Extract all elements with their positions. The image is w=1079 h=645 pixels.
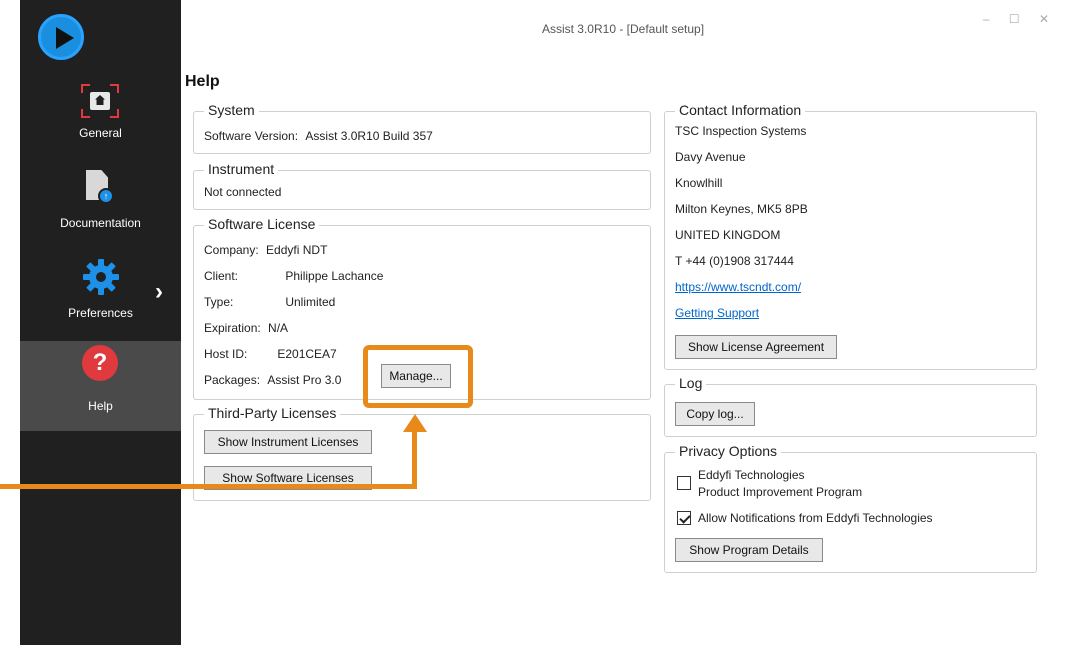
sidebar-item-label: Documentation — [60, 216, 141, 230]
sidebar-item-label: Help — [88, 399, 113, 413]
window-titlebar: Assist 3.0R10 - [Default setup] – ☐ ✕ — [181, 0, 1065, 60]
sidebar-item-label: General — [79, 126, 122, 140]
close-icon[interactable]: ✕ — [1039, 12, 1057, 26]
group-title: Instrument — [204, 161, 279, 177]
contact-line: Milton Keynes, MK5 8PB — [675, 202, 808, 216]
group-title: Contact Information — [675, 102, 806, 118]
contact-line: T +44 (0)1908 317444 — [675, 254, 794, 268]
allow-notifications-checkbox[interactable] — [677, 511, 691, 525]
group-title: System — [204, 102, 259, 118]
software-version-label: Software Version: — [204, 129, 299, 143]
show-license-agreement-button[interactable]: Show License Agreement — [675, 335, 837, 359]
gear-icon — [83, 259, 119, 295]
allow-notifications-label: Allow Notifications from Eddyfi Technolo… — [698, 511, 933, 525]
app-logo-icon[interactable] — [38, 14, 84, 60]
license-value: Eddyfi NDT — [266, 243, 328, 257]
page-title: Help — [185, 73, 220, 90]
help-icon: ? — [82, 345, 118, 381]
sidebar-item-help[interactable]: ? Help — [20, 341, 181, 431]
annotation-highlight — [363, 345, 473, 408]
license-value: Unlimited — [285, 295, 336, 309]
license-row: Expiration: N/A — [204, 321, 288, 335]
sidebar: General ↑ Documentation Preferences ? He… — [20, 0, 181, 645]
log-group: Log Copy log... — [664, 375, 1037, 437]
license-label: Packages: — [204, 373, 261, 387]
annotation-arrow-shaft — [412, 428, 417, 489]
getting-support-link[interactable]: Getting Support — [675, 306, 759, 320]
group-title: Third-Party Licenses — [204, 405, 341, 421]
document-icon: ↑ — [84, 170, 114, 208]
show-program-details-button[interactable]: Show Program Details — [675, 538, 823, 562]
product-improvement-checkbox[interactable] — [677, 476, 691, 490]
sidebar-item-label: Preferences — [68, 306, 133, 320]
contact-line: TSC Inspection Systems — [675, 124, 807, 138]
license-label: Company: — [204, 243, 259, 257]
software-version-value: Assist 3.0R10 Build 357 — [305, 129, 433, 143]
license-value: Assist Pro 3.0 — [267, 373, 342, 387]
license-row: Client: Philippe Lachance — [204, 269, 383, 283]
product-improvement-label-2: Product Improvement Program — [698, 485, 863, 499]
license-row: Host ID: E201CEA7 — [204, 347, 337, 361]
instrument-status: Not connected — [204, 185, 282, 199]
annotation-arrow-line — [0, 484, 417, 489]
license-label: Expiration: — [204, 321, 261, 335]
group-title: Privacy Options — [675, 443, 782, 459]
window-title: Assist 3.0R10 - [Default setup] — [541, 22, 705, 36]
contact-line: UNITED KINGDOM — [675, 228, 781, 242]
license-label: Host ID: — [204, 347, 248, 361]
minimize-icon[interactable]: – — [983, 12, 998, 26]
contact-line: Davy Avenue — [675, 150, 746, 164]
product-improvement-label-1: Eddyfi Technologies — [698, 468, 805, 482]
license-label: Client: — [204, 269, 239, 283]
license-row: Packages: Assist Pro 3.0 — [204, 373, 341, 387]
copy-log-button[interactable]: Copy log... — [675, 402, 755, 426]
privacy-options-group: Privacy Options Eddyfi Technologies Prod… — [664, 443, 1037, 573]
show-instrument-licenses-button[interactable]: Show Instrument Licenses — [204, 430, 372, 454]
license-value: N/A — [268, 321, 289, 335]
contact-line: Knowlhill — [675, 176, 723, 190]
instrument-group: Instrument Not connected — [193, 161, 651, 210]
group-title: Log — [675, 375, 707, 391]
website-link[interactable]: https://www.tscndt.com/ — [675, 280, 801, 294]
contact-information-group: Contact Information TSC Inspection Syste… — [664, 102, 1037, 370]
license-value: E201CEA7 — [277, 347, 337, 361]
license-value: Philippe Lachance — [285, 269, 384, 283]
system-group: System Software Version: Assist 3.0R10 B… — [193, 102, 651, 154]
window-controls: – ☐ ✕ — [983, 12, 1057, 26]
sidebar-item-general[interactable]: General — [20, 78, 181, 168]
home-icon — [81, 84, 119, 118]
license-label: Type: — [204, 295, 234, 309]
maximize-icon[interactable]: ☐ — [1009, 12, 1028, 26]
software-version-row: Software Version: Assist 3.0R10 Build 35… — [204, 129, 433, 143]
chevron-right-icon[interactable]: › — [155, 278, 177, 306]
license-row: Company: Eddyfi NDT — [204, 243, 327, 257]
sidebar-item-documentation[interactable]: ↑ Documentation — [20, 165, 181, 255]
license-row: Type: Unlimited — [204, 295, 335, 309]
group-title: Software License — [204, 216, 320, 232]
